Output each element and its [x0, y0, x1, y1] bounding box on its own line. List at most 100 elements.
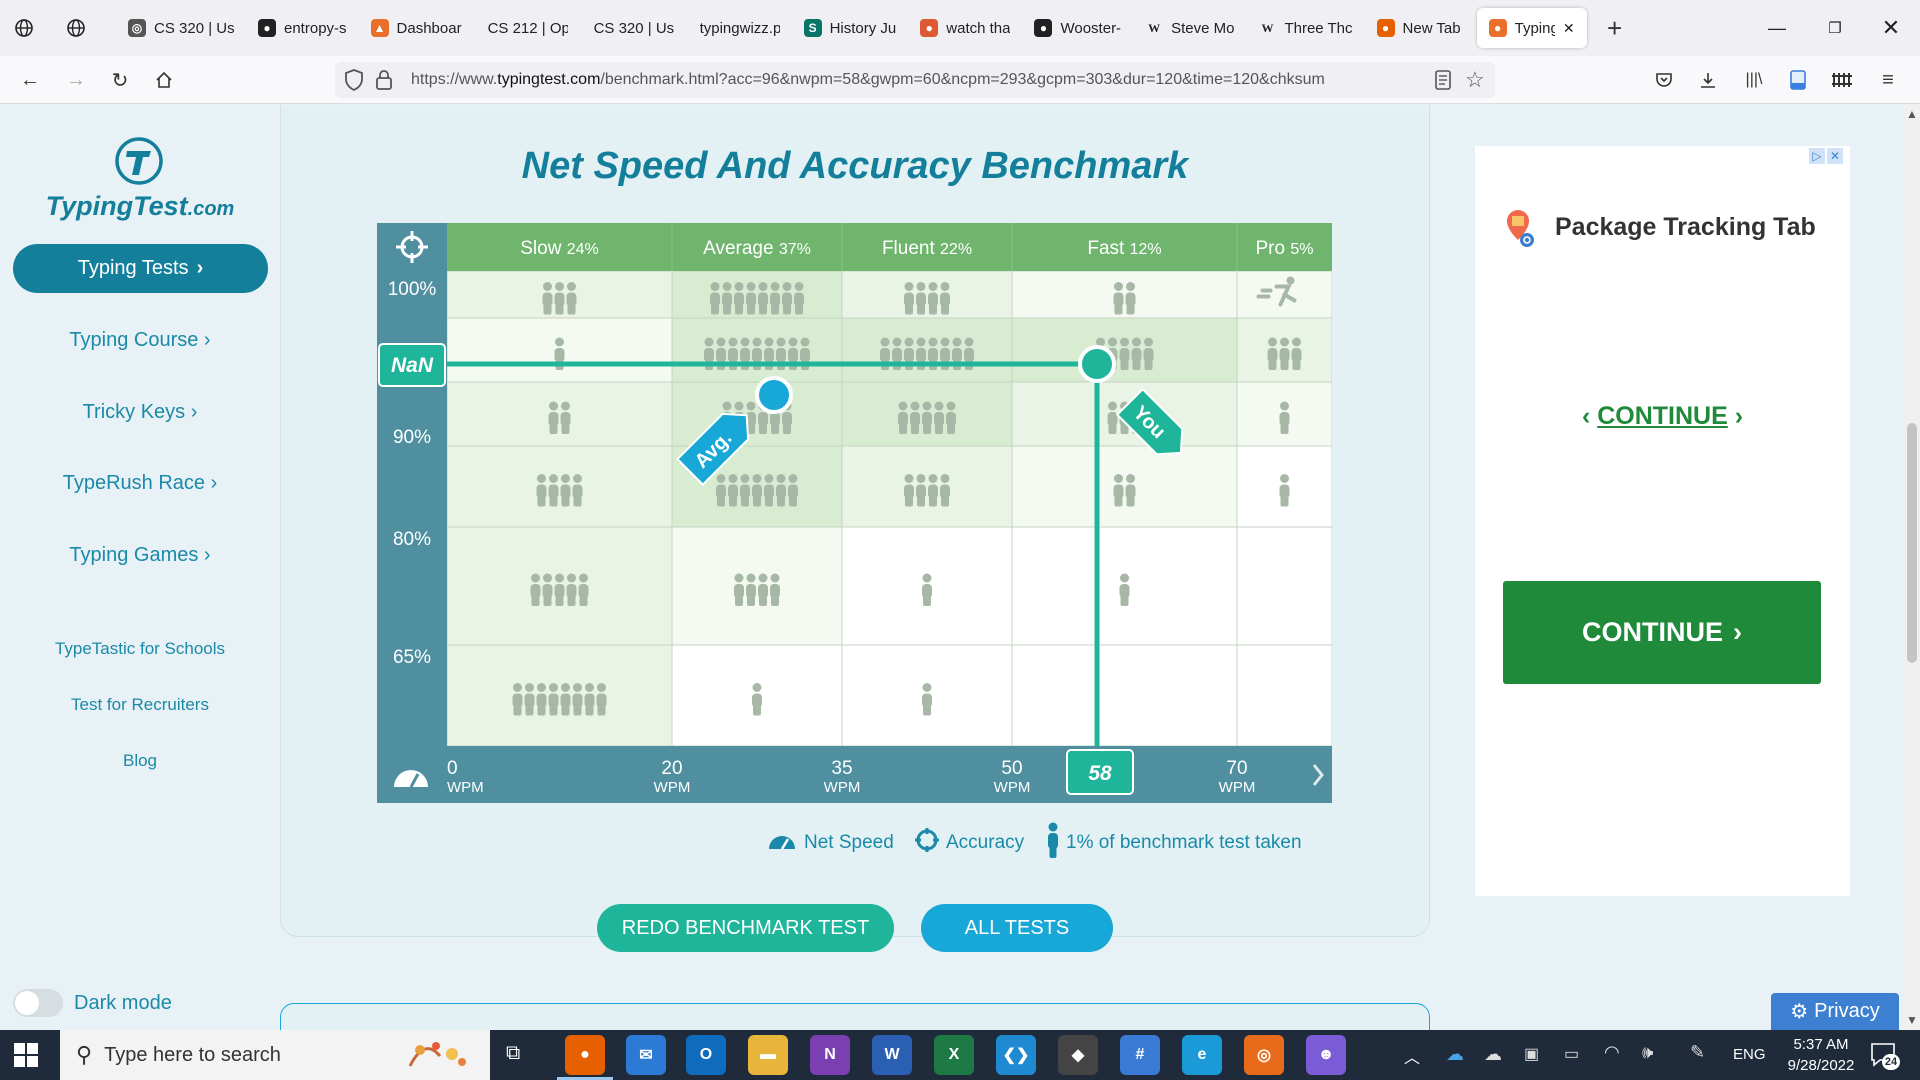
clock[interactable]: 5:37 AM 9/28/2022 [1776, 1034, 1866, 1076]
ad-close-icon[interactable]: ✕ [1827, 148, 1843, 164]
edge-app-icon[interactable]: e [1182, 1035, 1222, 1075]
accuracy-tick-label: 90% [393, 427, 431, 448]
restore-icon[interactable]: ❐ [1806, 0, 1864, 56]
home-icon[interactable] [148, 64, 180, 96]
reload-icon[interactable]: ↻ [104, 64, 136, 96]
extension-grid-icon[interactable] [1826, 64, 1858, 96]
pocket-icon[interactable] [1648, 64, 1680, 96]
wifi-icon[interactable]: ◠ [1604, 1042, 1620, 1063]
url-text[interactable]: https://www.typingtest.com/benchmark.htm… [411, 71, 1436, 89]
menu-hamburger-icon[interactable]: ≡ [1872, 64, 1904, 96]
column-header: Average 37% [703, 238, 811, 259]
reader-extension-icon[interactable] [1782, 64, 1814, 96]
redo-benchmark-button[interactable]: REDO BENCHMARK TEST [597, 904, 894, 952]
person-legs [1144, 358, 1153, 370]
ad-continue-link[interactable]: ‹ CONTINUE › [1475, 402, 1850, 431]
onenote-app-icon[interactable]: N [810, 1035, 850, 1075]
language-indicator[interactable]: ENG [1733, 1046, 1766, 1063]
tab-0[interactable]: ◎ CS 320 | User [116, 8, 246, 48]
scrollbar-thumb[interactable] [1907, 423, 1917, 663]
sidebar-item-typing-games[interactable]: Typing Games › [0, 544, 280, 567]
page-scrollbar[interactable]: ▲ ▼ [1904, 105, 1920, 1030]
meet-now-icon[interactable]: ▣ [1524, 1044, 1539, 1064]
crosshair-icon [914, 827, 940, 859]
ad-title[interactable]: Package Tracking Tab [1555, 213, 1816, 242]
lock-icon[interactable] [375, 69, 393, 96]
battery-icon[interactable]: ▭ [1564, 1044, 1579, 1064]
tab-3[interactable]: CS 212 | Oper [474, 8, 580, 48]
sidebar-item-typerush-race[interactable]: TypeRush Race › [0, 472, 280, 495]
tray-chevron-up-icon[interactable]: ︿ [1404, 1044, 1420, 1068]
firefox-app-icon[interactable]: ● [557, 1035, 613, 1080]
file-explorer-icon[interactable]: ▬ [748, 1035, 788, 1075]
typingtest-logo-icon[interactable] [113, 135, 165, 192]
tab-10[interactable]: W Three Thc [1246, 8, 1364, 48]
person-legs [561, 422, 570, 434]
shield-icon[interactable] [343, 68, 365, 97]
link-blog[interactable]: Blog [0, 751, 280, 771]
tab-6[interactable]: S History Ju [792, 8, 909, 48]
downloads-icon[interactable] [1692, 64, 1724, 96]
notification-center-icon[interactable]: 24 [1870, 1042, 1900, 1070]
scroll-down-arrow-icon[interactable]: ▼ [1906, 1013, 1918, 1027]
tab-1[interactable]: ● entropy-s [246, 8, 359, 48]
tab-8[interactable]: ● Wooster- [1022, 8, 1133, 48]
bookmark-star-icon[interactable]: ☆ [1465, 67, 1485, 93]
privacy-button[interactable]: ⚙ Privacy [1771, 993, 1899, 1030]
person-legs [1114, 302, 1123, 315]
reader-view-icon[interactable] [1433, 69, 1453, 96]
logo-wordmark[interactable]: TypingTest.com [0, 191, 280, 222]
person-head [579, 573, 588, 583]
task-view-icon[interactable]: ⧉ [506, 1042, 520, 1065]
wikipedia-icon: W [1148, 20, 1161, 35]
onedrive-error-icon[interactable]: ☁ [1484, 1044, 1502, 1065]
tab-7[interactable]: ● watch tha [908, 8, 1022, 48]
firefox-view-icon[interactable] [8, 12, 40, 44]
person-mark [734, 282, 744, 315]
volume-icon[interactable]: 🕪 [1642, 1042, 1653, 1063]
tab-2[interactable]: ▲ Dashboar [359, 8, 474, 48]
scroll-up-arrow-icon[interactable]: ▲ [1906, 107, 1918, 121]
gitkraken-app-icon[interactable]: ◆ [1058, 1035, 1098, 1075]
link-typetastic-schools[interactable]: TypeTastic for Schools [0, 639, 280, 659]
remote-app-icon[interactable]: ◎ [1244, 1035, 1284, 1075]
back-icon[interactable]: ← [14, 64, 46, 96]
adchoices-icon[interactable]: ▷ [1809, 148, 1825, 164]
tab-9[interactable]: W Steve Mo [1133, 8, 1246, 48]
person-legs [573, 494, 582, 507]
privacy-label: Privacy [1814, 1000, 1880, 1022]
sidebar-item-typing-tests[interactable]: Typing Tests › [13, 244, 268, 293]
excel-app-icon[interactable]: X [934, 1035, 974, 1075]
word-app-icon[interactable]: W [872, 1035, 912, 1075]
tab-11[interactable]: ● New Tab [1365, 8, 1473, 48]
sidebar-item-typing-course[interactable]: Typing Course › [0, 329, 280, 352]
close-window-icon[interactable]: ✕ [1862, 0, 1920, 56]
minimize-icon[interactable]: — [1748, 0, 1806, 56]
sidebar-item-tricky-keys[interactable]: Tricky Keys › [0, 401, 280, 424]
all-tests-button[interactable]: ALL TESTS [921, 904, 1113, 952]
windows-start-icon[interactable] [14, 1043, 38, 1072]
discord-app-icon[interactable]: ☻ [1306, 1035, 1346, 1075]
vscode-app-icon[interactable]: ❮❯ [996, 1035, 1036, 1075]
dark-mode-toggle[interactable] [13, 989, 63, 1017]
close-tab-icon[interactable]: ✕ [1563, 20, 1575, 37]
library-icon[interactable]: |||\ [1738, 64, 1770, 96]
ad-continue-button[interactable]: CONTINUE › [1503, 581, 1821, 684]
new-tab-plus-icon[interactable]: + [1599, 12, 1631, 44]
link-test-recruiters[interactable]: Test for Recruiters [0, 695, 280, 715]
tab-4[interactable]: CS 320 | User [580, 8, 686, 48]
ad-choices[interactable]: ▷ ✕ [1809, 148, 1845, 166]
speed-tick-value: 0 [447, 758, 458, 779]
tab-5[interactable]: typingwizz.pd [686, 8, 792, 48]
mail-app-icon[interactable]: ✉ [626, 1035, 666, 1075]
dev-tool-app-icon[interactable]: # [1120, 1035, 1160, 1075]
taskbar-search-box[interactable]: ⚲ Type here to search [60, 1030, 490, 1080]
tab-list-globe-icon[interactable] [60, 12, 92, 44]
outlook-app-icon[interactable]: O [686, 1035, 726, 1075]
tab-12[interactable]: ● Typing ✕ [1476, 8, 1587, 48]
person-mark [922, 401, 932, 434]
onedrive-icon[interactable]: ☁ [1446, 1044, 1464, 1065]
url-bar[interactable]: https://www.typingtest.com/benchmark.htm… [335, 62, 1495, 98]
pen-icon[interactable]: ✎ [1690, 1042, 1705, 1063]
forward-icon[interactable]: → [60, 64, 92, 96]
